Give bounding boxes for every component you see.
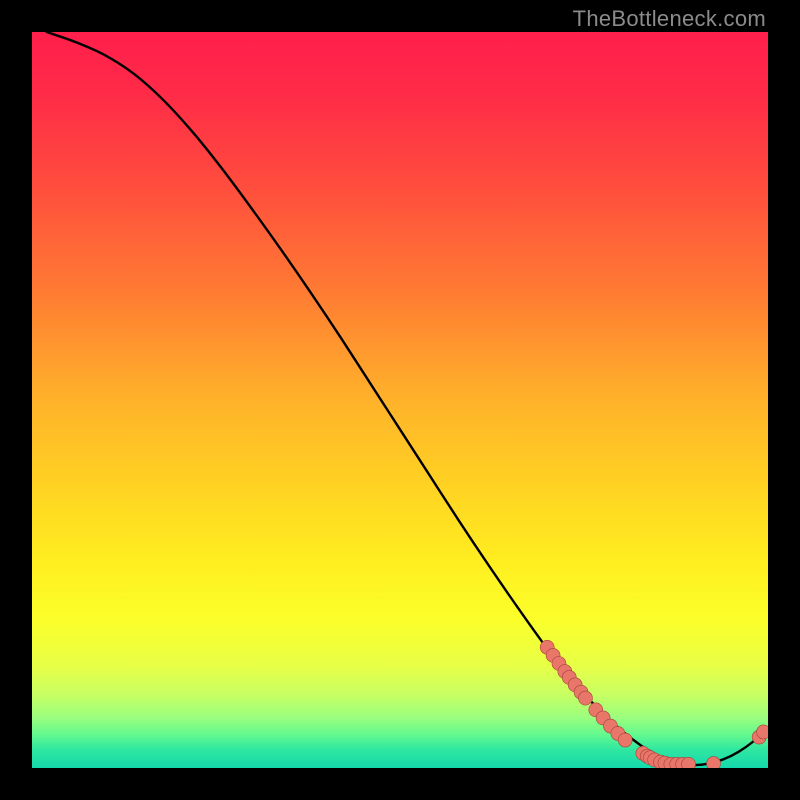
plot-area	[32, 32, 768, 768]
watermark-text: TheBottleneck.com	[573, 6, 766, 32]
marker-group	[540, 640, 768, 768]
data-marker	[618, 733, 632, 747]
data-marker	[578, 691, 592, 705]
data-marker	[707, 757, 721, 768]
curve-layer	[32, 32, 768, 768]
data-marker	[682, 757, 696, 768]
chart-stage: TheBottleneck.com	[0, 0, 800, 800]
bottleneck-curve	[47, 32, 768, 765]
data-marker	[757, 725, 768, 739]
